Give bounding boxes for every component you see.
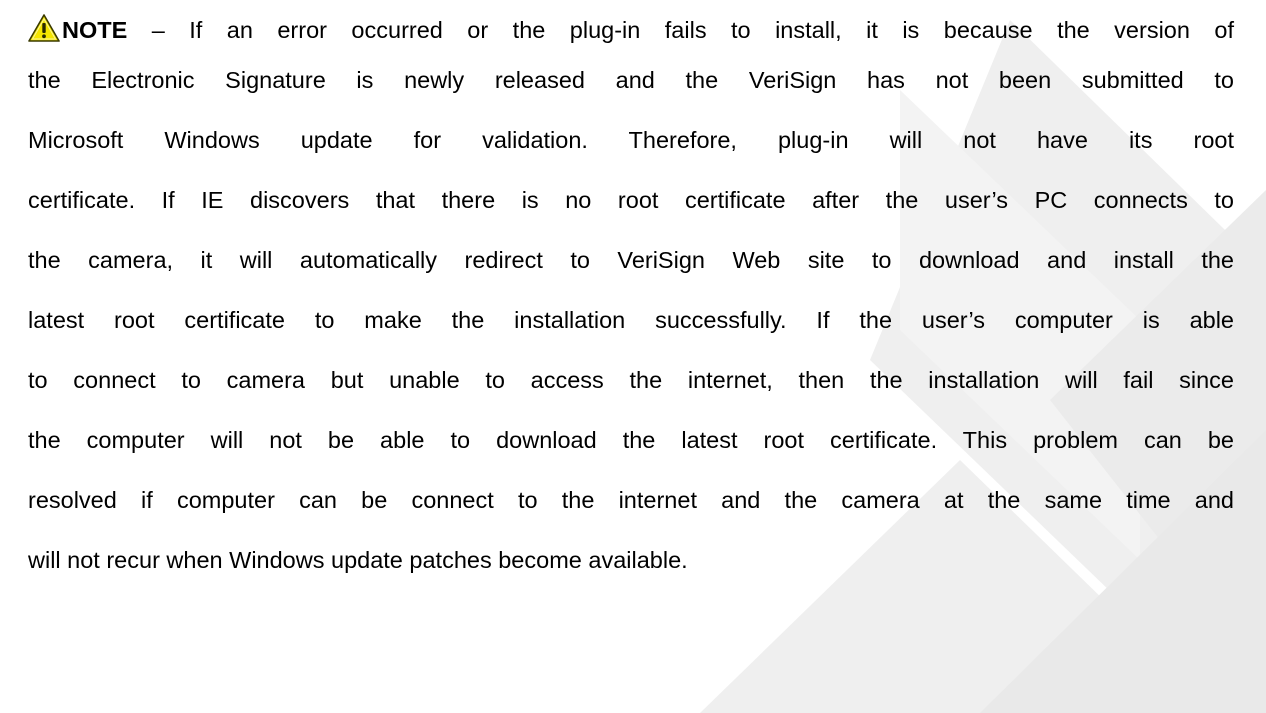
note-line-5: the camera, it will automatically redire… (28, 247, 1234, 273)
note-line-7: to connect to camera but unable to acces… (28, 367, 1234, 393)
note-line-10: will not recur when Windows update patch… (28, 547, 688, 573)
note-line-4: certificate. If IE discovers that there … (28, 187, 1234, 213)
note-paragraph: NOTE – If an error occurred or the plug-… (28, 0, 1234, 590)
note-line-8: the computer will not be able to downloa… (28, 427, 1234, 453)
note-label: NOTE (62, 17, 128, 43)
document-page: NOTE – If an error occurred or the plug-… (0, 0, 1266, 713)
note-block: NOTE – If an error occurred or the plug-… (28, 0, 1234, 590)
note-line-6: latest root certificate to make the inst… (28, 307, 1234, 333)
note-line-text: – If an error occurred or the plug-in fa… (127, 17, 1234, 43)
note-line-1: NOTE – If an error occurred or the plug-… (28, 0, 1234, 50)
warning-icon (28, 14, 60, 42)
note-line-2: the Electronic Signature is newly releas… (28, 67, 1234, 93)
note-line-3: Microsoft Windows update for validation.… (28, 127, 1234, 153)
note-line-9: resolved if computer can be connect to t… (28, 487, 1234, 513)
